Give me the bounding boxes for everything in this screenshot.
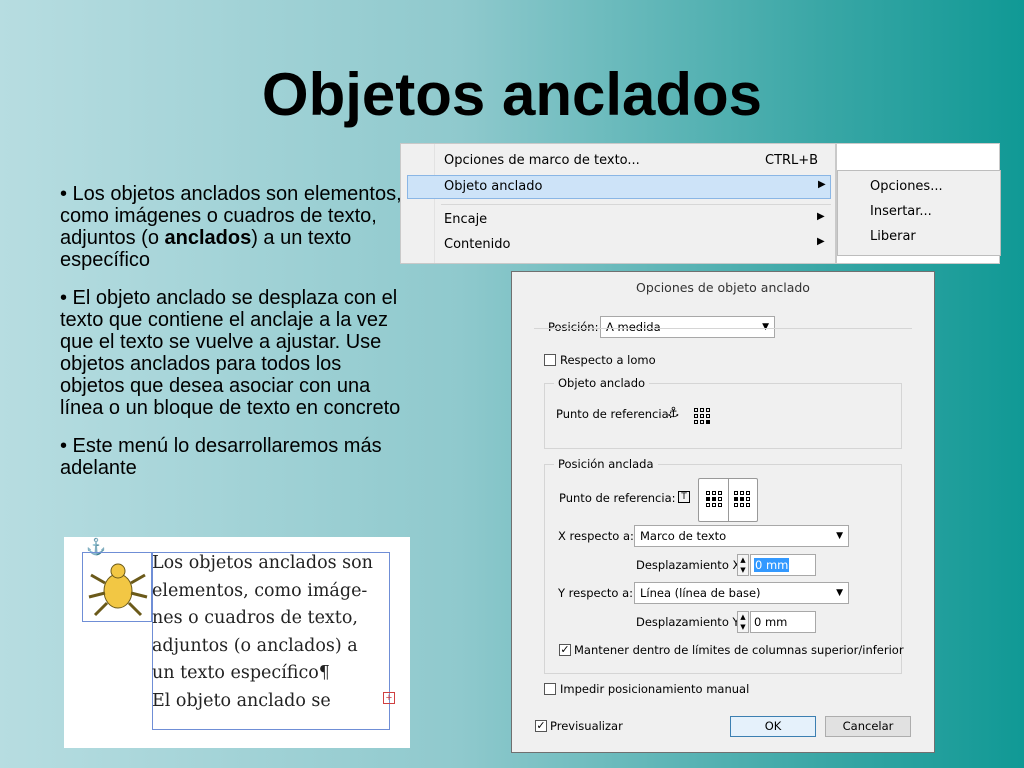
- mantener-checkbox[interactable]: ✓: [559, 644, 571, 656]
- chevron-down-icon: ▼: [836, 531, 843, 541]
- objeto-anclado-group-label: Objeto anclado: [554, 376, 650, 390]
- shortcut-label: CTRL+B: [765, 153, 819, 168]
- respecto-lomo-label: Respecto a lomo: [560, 353, 656, 367]
- dialog-title: Opciones de objeto anclado: [636, 280, 810, 295]
- menu-item-objeto-anclado[interactable]: Objeto anclado ▶: [407, 175, 831, 199]
- text-frame-icon: T: [678, 491, 690, 503]
- chevron-down-icon: ▼: [762, 322, 769, 332]
- desplazamiento-x-input[interactable]: 0 mm: [750, 554, 816, 576]
- x-respecto-label: X respecto a:: [558, 529, 634, 543]
- menu-item-contenido[interactable]: Contenido ▶: [407, 233, 831, 257]
- bullet-1: • Los objetos anclados son elementos, co…: [60, 183, 402, 271]
- x-respecto-select[interactable]: Marco de texto ▼: [634, 525, 849, 547]
- respecto-lomo-checkbox[interactable]: [544, 354, 556, 366]
- bullet-3: • Este menú lo desarrollaremos más adela…: [60, 435, 382, 479]
- desplazamiento-x-spinner[interactable]: ▲ ▼: [737, 554, 749, 576]
- previsualizar-label: Previsualizar: [550, 719, 623, 733]
- top-divider: [534, 328, 912, 329]
- punto-ref-label-2: Punto de referencia:: [559, 491, 676, 505]
- anchored-object-example: ⚓ Los objetos anclados son elementos, co…: [64, 537, 410, 748]
- anchor-icon: ⚓: [667, 405, 680, 421]
- bold-term: anclados: [164, 227, 252, 249]
- chevron-down-icon: ▼: [836, 588, 843, 598]
- posicion-label: Posición:: [548, 320, 599, 334]
- submenu-arrow-icon: ▶: [817, 236, 825, 247]
- page-spread-reference-selector[interactable]: [698, 478, 758, 522]
- submenu-item-opciones[interactable]: Opciones...: [870, 179, 943, 194]
- context-menu: Opciones de marco de texto... CTRL+B Obj…: [400, 143, 836, 264]
- y-respecto-select[interactable]: Línea (línea de base) ▼: [634, 582, 849, 604]
- menu-item-opciones-marco[interactable]: Opciones de marco de texto... CTRL+B: [407, 149, 831, 173]
- posicion-select[interactable]: A medida ▼: [600, 316, 775, 338]
- desplazamiento-y-spinner[interactable]: ▲ ▼: [737, 611, 749, 633]
- desplazamiento-x-label: Desplazamiento X:: [636, 558, 745, 572]
- overflow-icon: +: [383, 692, 395, 704]
- submenu-item-insertar[interactable]: Insertar...: [870, 204, 932, 219]
- submenu: Opciones... Insertar... Liberar: [836, 143, 1001, 264]
- menu-separator: [441, 204, 831, 205]
- ok-button[interactable]: OK: [730, 716, 816, 737]
- y-respecto-label: Y respecto a:: [558, 586, 634, 600]
- reference-point-selector[interactable]: [694, 408, 710, 424]
- impedir-label: Impedir posicionamiento manual: [560, 682, 750, 696]
- bug-illustration: [88, 563, 148, 617]
- impedir-checkbox[interactable]: [544, 683, 556, 695]
- submenu-item-liberar[interactable]: Liberar: [870, 229, 916, 244]
- previsualizar-checkbox[interactable]: ✓: [535, 720, 547, 732]
- submenu-arrow-icon: ▶: [818, 179, 826, 190]
- submenu-arrow-icon: ▶: [817, 211, 825, 222]
- bullet-2: • El objeto anclado se desplaza con el t…: [60, 287, 401, 419]
- desplazamiento-y-label: Desplazamiento Y:: [636, 615, 742, 629]
- mantener-label: Mantener dentro de límites de columnas s…: [574, 643, 904, 657]
- punto-ref-label: Punto de referencia:: [556, 407, 673, 421]
- posicion-anclada-group-label: Posición anclada: [554, 457, 658, 471]
- anchored-image-frame: [82, 552, 152, 622]
- anchored-object-options-dialog: Opciones de objeto anclado Posición: A m…: [511, 271, 935, 753]
- bullet-list: • Los objetos anclados son elementos, co…: [60, 183, 405, 495]
- desplazamiento-y-input[interactable]: 0 mm: [750, 611, 816, 633]
- example-text: Los objetos anclados son elementos, como…: [152, 553, 373, 711]
- slide-title: Objetos anclados: [261, 61, 763, 128]
- cancel-button[interactable]: Cancelar: [825, 716, 911, 737]
- menu-item-encaje[interactable]: Encaje ▶: [407, 208, 831, 232]
